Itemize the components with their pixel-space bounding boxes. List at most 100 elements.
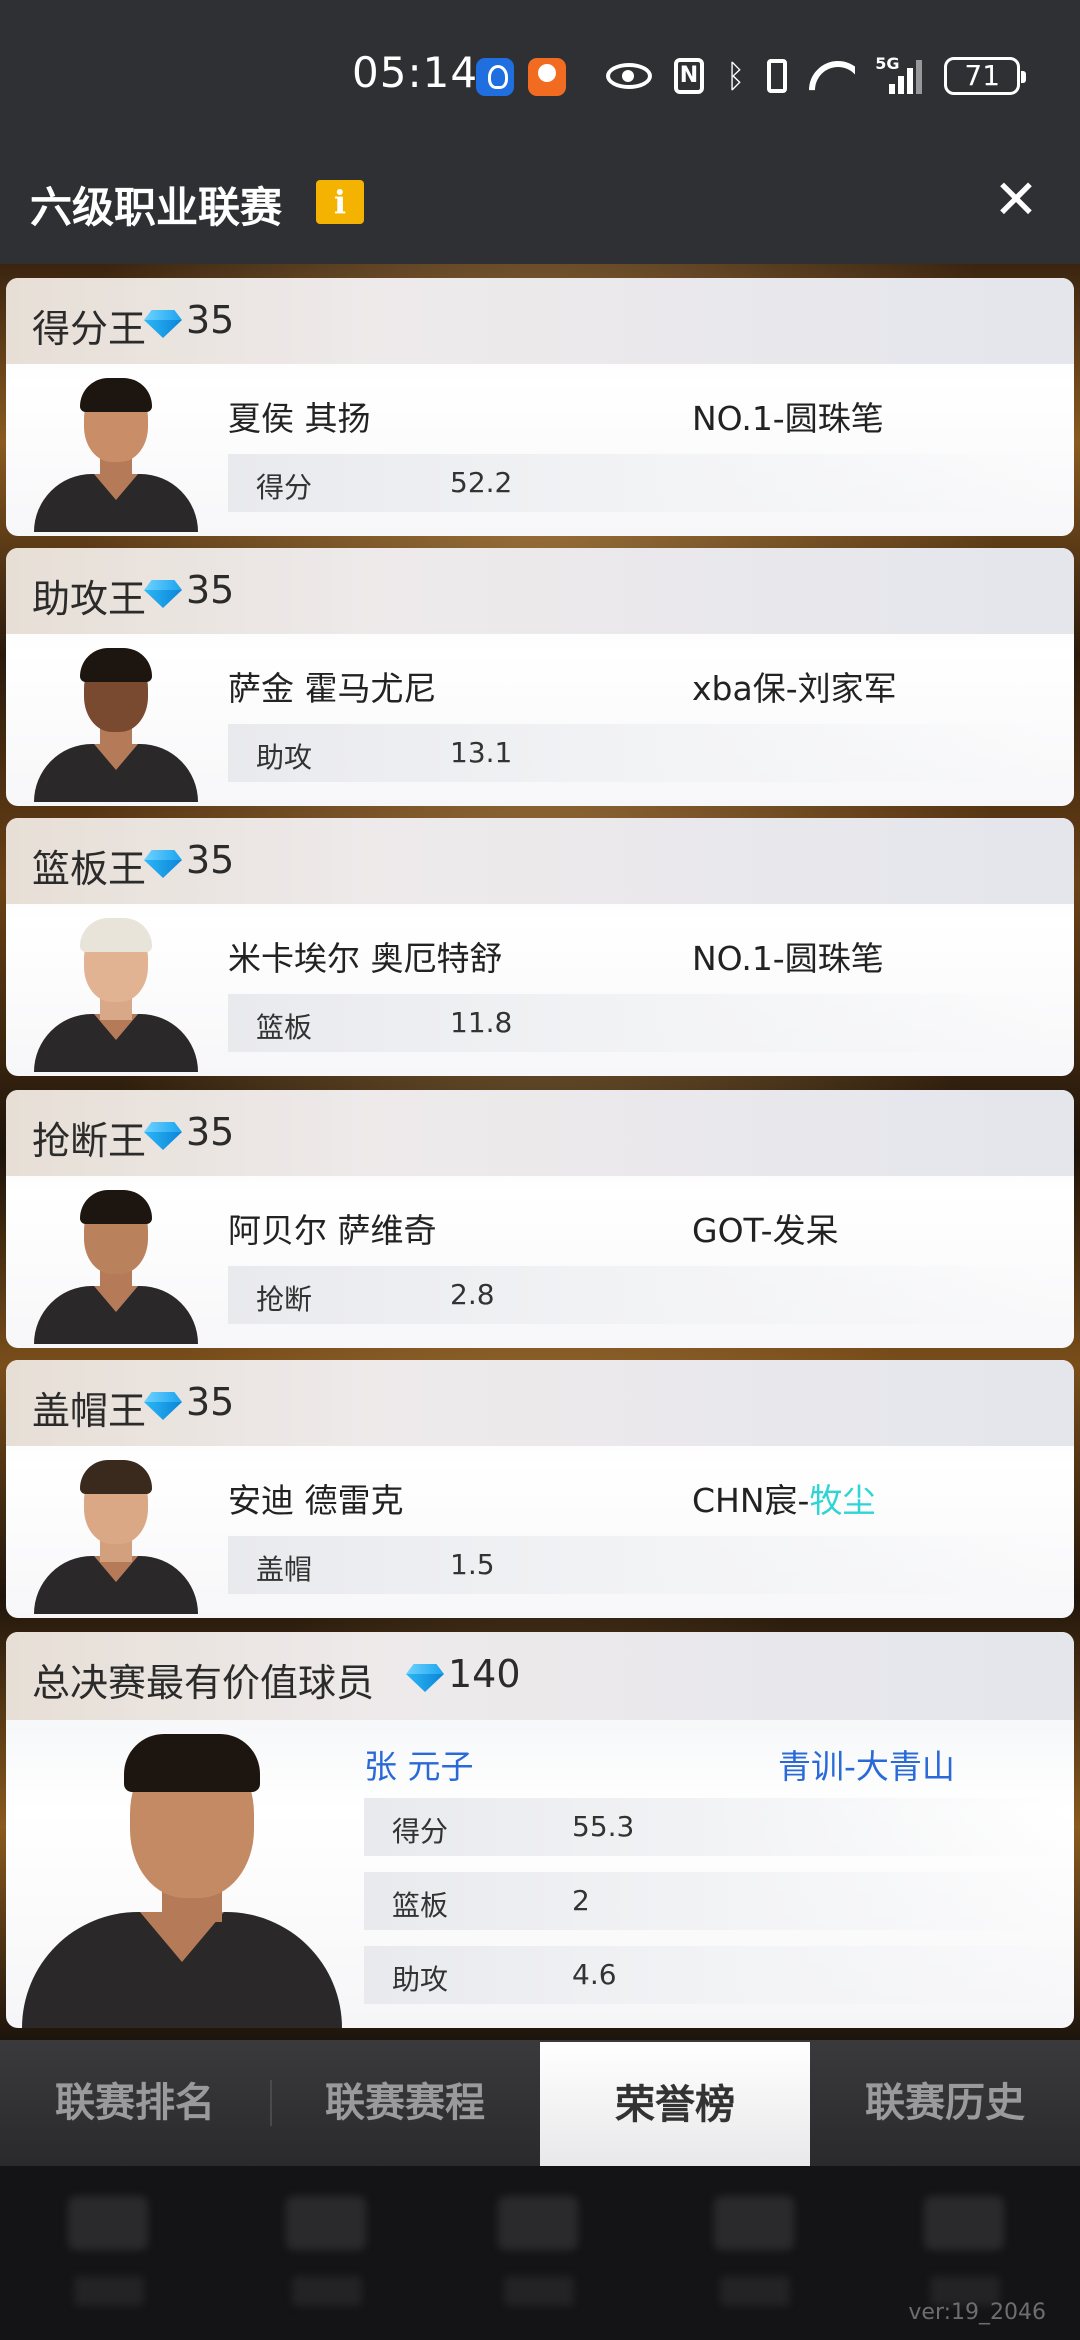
mvp-player-name[interactable]: 张 元子 [364,1740,474,1788]
award-card-rebounds: 篮板王 35 米卡埃尔 奥厄特舒 NO.1-圆珠笔 篮板 11.8 [6,818,1074,1076]
award-title: 得分王 [32,307,147,351]
nav-icon [924,2196,1004,2250]
version-label: ver:19_2046 [908,2300,1046,2325]
player-avatar[interactable] [30,648,202,802]
mvp-player-avatar[interactable] [22,1732,342,2028]
diamond-icon [144,1392,182,1418]
stat-row: 得分 52.2 [228,454,1048,512]
stat-row: 抢断 2.8 [228,1266,1048,1324]
award-title: 总决赛最有价值球员 [32,1661,375,1705]
team-name: NO.1-圆珠笔 [692,939,884,978]
player-avatar[interactable] [30,378,202,532]
award-gem-count: 35 [186,1110,235,1154]
nav-label-blurred [74,2276,144,2306]
stat-label: 篮板 [256,1011,313,1044]
page-title: 六级职业联赛 [30,183,283,232]
stat-value: 55.3 [572,1810,635,1843]
status-time: 05:14 [352,48,479,97]
nav-label-blurred [720,2276,790,2306]
award-card-assists: 助攻王 35 萨金 霍马尤尼 xba保-刘家军 助攻 13.1 [6,548,1074,806]
diamond-icon [406,1664,444,1690]
player-name[interactable]: 阿贝尔 萨维奇 [228,1204,437,1252]
award-title: 抢断王 [32,1119,147,1163]
award-gem-count: 35 [186,568,235,612]
signal-icon: 5G [875,54,923,94]
stat-label: 盖帽 [256,1553,313,1586]
award-card-header: 得分王 35 [6,278,1074,364]
stat-value: 2.8 [450,1278,495,1311]
nav-icon [286,2196,366,2250]
stat-label: 助攻 [392,1963,449,1996]
stat-row: 得分 55.3 [364,1798,1064,1856]
player-name[interactable]: 安迪 德雷克 [228,1474,404,1522]
finals-mvp-card: 总决赛最有价值球员 140 张 元子 青训-大青山 得分 55.3 篮板 2 助… [6,1632,1074,2028]
stat-label: 得分 [256,471,313,504]
tab-honor-roll[interactable]: 荣誉榜 [540,2042,810,2166]
nav-icon [68,2196,148,2250]
tab-league-history[interactable]: 联赛历史 [810,2040,1080,2166]
award-gem-count: 140 [448,1652,521,1696]
battery-indicator: 71 [944,57,1027,95]
status-bar: 05:14 N ᛒ 5G 71 [0,0,1080,140]
award-title: 助攻王 [32,577,147,621]
stat-value: 4.6 [572,1958,617,1991]
team-prefix: CHN宸- [692,1481,810,1520]
player-avatar[interactable] [30,1190,202,1344]
tab-league-ranking[interactable]: 联赛排名 [0,2040,270,2166]
mvp-team-name[interactable]: 青训-大青山 [778,1740,955,1788]
player-name[interactable]: 米卡埃尔 奥厄特舒 [228,932,503,980]
league-tab-bar: 联赛排名 联赛赛程 荣誉榜 联赛历史 [0,2040,1080,2166]
player-name[interactable]: 萨金 霍马尤尼 [228,662,437,710]
award-card-blocks: 盖帽王 35 安迪 德雷克 CHN宸-牧尘 盖帽 1.5 [6,1360,1074,1618]
player-avatar[interactable] [30,918,202,1072]
stat-value: 13.1 [450,736,513,769]
stat-row: 盖帽 1.5 [228,1536,1048,1594]
team-name: NO.1-圆珠笔 [692,399,884,438]
dialog-header: 六级职业联赛 [0,140,1080,264]
bluetooth-icon: ᛒ [726,57,746,95]
award-gem-count: 35 [186,1380,235,1424]
stat-row: 篮板 2 [364,1872,1064,1930]
award-card-header: 盖帽王 35 [6,1360,1074,1446]
stat-label: 得分 [392,1815,449,1848]
nfc-icon: N [674,58,704,94]
award-card-scoring: 得分王 35 夏侯 其扬 NO.1-圆珠笔 得分 52.2 [6,278,1074,536]
diamond-icon [144,580,182,606]
stat-row: 篮板 11.8 [228,994,1048,1052]
award-title: 盖帽王 [32,1389,147,1433]
award-card-header: 抢断王 35 [6,1090,1074,1176]
player-avatar[interactable] [30,1460,202,1614]
stat-row: 助攻 13.1 [228,724,1048,782]
tab-league-schedule[interactable]: 联赛赛程 [270,2040,540,2166]
team-name: xba保-刘家军 [692,669,897,708]
wifi-icon [809,59,855,93]
info-icon[interactable]: i [316,180,364,224]
nav-label-blurred [504,2276,574,2306]
stat-value: 52.2 [450,466,513,499]
award-gem-count: 35 [186,838,235,882]
stat-value: 1.5 [450,1548,495,1581]
nav-icon [714,2196,794,2250]
diamond-icon [144,1122,182,1148]
stat-label: 篮板 [392,1889,449,1922]
notification-app-icon [476,58,514,96]
award-card-steals: 抢断王 35 阿贝尔 萨维奇 GOT-发呆 抢断 2.8 [6,1090,1074,1348]
award-card-header: 篮板王 35 [6,818,1074,904]
award-card-header: 总决赛最有价值球员 140 [6,1632,1074,1720]
diamond-icon [144,850,182,876]
award-card-header: 助攻王 35 [6,548,1074,634]
vibrate-icon [767,59,788,93]
team-highlight: 牧尘 [809,1481,876,1520]
team-name: CHN宸-牧尘 [692,1474,875,1522]
award-gem-count: 35 [186,298,235,342]
stat-value: 2 [572,1884,590,1917]
eye-icon [606,63,652,89]
player-name[interactable]: 夏侯 其扬 [228,392,371,440]
stat-value: 11.8 [450,1006,513,1039]
stat-label: 助攻 [256,741,313,774]
nav-icon [498,2196,578,2250]
stat-label: 抢断 [256,1283,313,1316]
award-title: 篮板王 [32,847,147,891]
nav-label-blurred [292,2276,362,2306]
close-button[interactable]: ✕ [990,170,1042,230]
